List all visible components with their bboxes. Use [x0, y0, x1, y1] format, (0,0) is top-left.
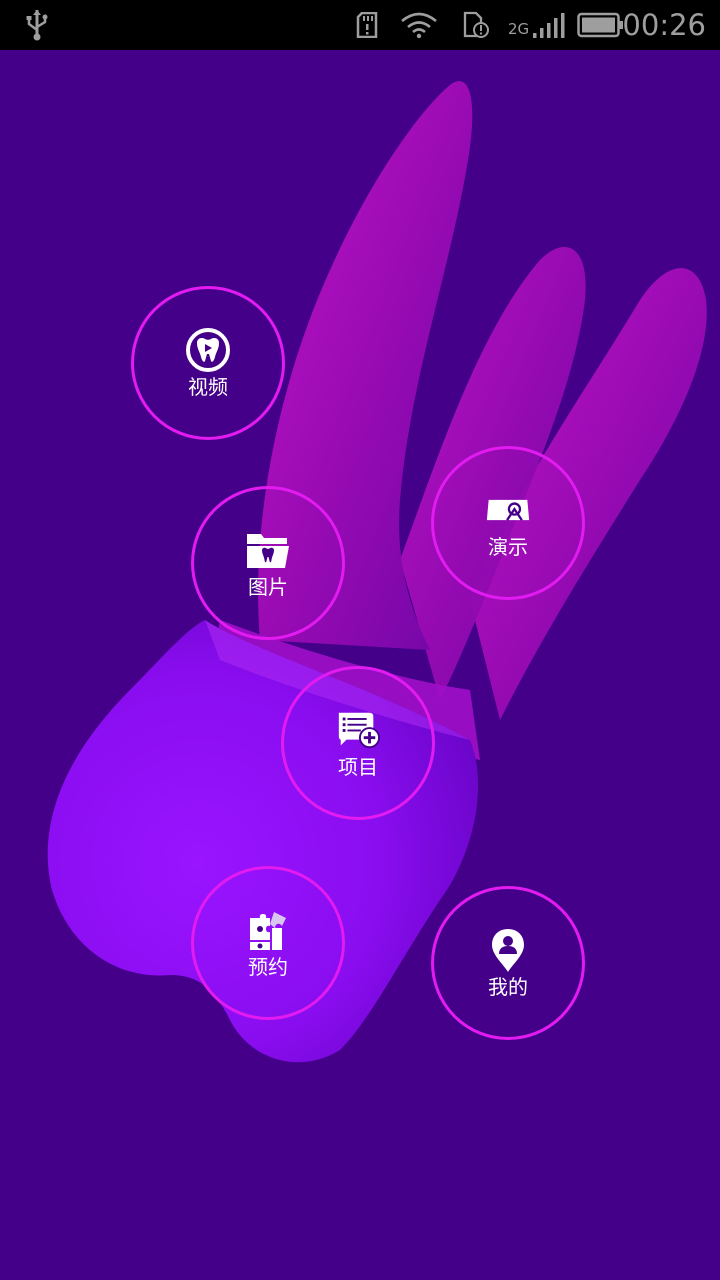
tooth-illustration — [47, 81, 707, 1063]
clock: 00:26 — [622, 8, 706, 42]
sim-alert-icon — [463, 0, 489, 50]
tooth-play-icon — [185, 327, 231, 373]
puzzle-icon — [245, 907, 291, 953]
mine-label: 我的 — [488, 975, 528, 999]
network-type-label: 2G — [508, 20, 530, 38]
project-button[interactable]: 项目 — [281, 666, 435, 820]
video-label: 视频 — [188, 375, 228, 399]
demo-label: 演示 — [488, 535, 528, 559]
picture-label: 图片 — [248, 575, 288, 599]
signal-icon — [532, 0, 566, 50]
demo-button[interactable]: 演示 — [431, 446, 585, 600]
status-bar: 2G 00:26 — [0, 0, 720, 50]
usb-icon — [24, 0, 50, 50]
sd-card-icon — [356, 0, 378, 50]
picture-button[interactable]: 图片 — [191, 486, 345, 640]
appointment-button[interactable]: 预约 — [191, 866, 345, 1020]
project-label: 项目 — [338, 755, 378, 779]
wifi-icon — [400, 0, 438, 50]
tooth-folder-icon — [245, 527, 291, 573]
video-button[interactable]: 视频 — [131, 286, 285, 440]
appointment-label: 预约 — [248, 955, 288, 979]
list-add-icon — [335, 707, 381, 753]
profile-pin-icon — [485, 927, 531, 973]
battery-icon — [577, 0, 625, 50]
presentation-icon — [485, 487, 531, 533]
mine-button[interactable]: 我的 — [431, 886, 585, 1040]
